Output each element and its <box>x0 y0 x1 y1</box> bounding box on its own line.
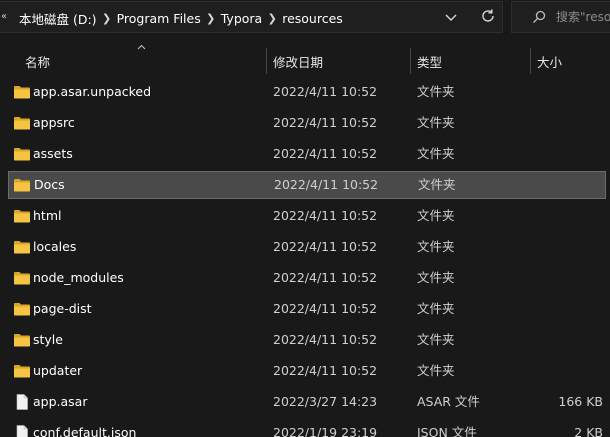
file-name: style <box>33 332 63 347</box>
file-icon <box>16 394 28 410</box>
file-name: app.asar <box>33 394 88 409</box>
file-type: 文件夹 <box>417 363 455 378</box>
file-type: 文件夹 <box>417 84 455 99</box>
folder-icon <box>14 334 30 347</box>
file-name: conf.default.json <box>33 425 137 437</box>
search-input[interactable] <box>556 2 610 32</box>
file-date: 2022/4/11 10:52 <box>273 84 378 99</box>
file-row[interactable]: node_modules 2022/4/11 10:52 文件夹 <box>8 264 606 292</box>
chevron-right-icon[interactable]: ❯ <box>201 12 221 25</box>
file-type: ASAR 文件 <box>417 394 480 409</box>
breadcrumb-overflow-icon[interactable]: « <box>1 11 7 22</box>
file-row[interactable]: app.asar.unpacked 2022/4/11 10:52 文件夹 <box>8 78 606 106</box>
file-date: 2022/4/11 10:52 <box>273 115 378 130</box>
file-row[interactable]: app.asar 2022/3/27 14:23 ASAR 文件 166 KB <box>8 388 606 416</box>
file-type: 文件夹 <box>417 332 455 347</box>
file-date: 2022/4/11 10:52 <box>273 363 378 378</box>
search-box[interactable] <box>511 1 610 33</box>
file-name: appsrc <box>33 115 75 130</box>
file-row[interactable]: locales 2022/4/11 10:52 文件夹 <box>8 233 606 261</box>
file-date: 2022/3/27 14:23 <box>273 394 378 409</box>
file-row[interactable]: conf.default.json 2022/1/19 23:19 JSON 文件 2… <box>8 419 606 437</box>
address-bar[interactable]: « 本地磁盘 (D:) ❯ Program Files ❯ Typora ❯ r… <box>0 1 503 33</box>
file-row[interactable]: style 2022/4/11 10:52 文件夹 <box>8 326 606 354</box>
file-name: assets <box>33 146 73 161</box>
column-header-name[interactable]: 名称 <box>25 48 50 74</box>
file-name: html <box>33 208 62 223</box>
file-row[interactable]: updater 2022/4/11 10:52 文件夹 <box>8 357 606 385</box>
folder-icon <box>14 117 30 130</box>
folder-icon <box>14 86 30 99</box>
file-name: page-dist <box>33 301 92 316</box>
folder-icon <box>14 241 30 254</box>
file-type: 文件夹 <box>417 239 455 254</box>
column-divider[interactable] <box>530 48 531 74</box>
file-type: 文件夹 <box>418 177 456 192</box>
navigation-bar: « 本地磁盘 (D:) ❯ Program Files ❯ Typora ❯ r… <box>0 0 610 36</box>
file-type: 文件夹 <box>417 115 455 130</box>
file-date: 2022/4/11 10:52 <box>273 332 378 347</box>
file-size: 2 KB <box>574 425 603 437</box>
file-type: 文件夹 <box>417 301 455 316</box>
file-date: 2022/4/11 10:52 <box>273 208 378 223</box>
file-type: 文件夹 <box>417 208 455 223</box>
file-icon <box>16 425 28 437</box>
column-header-date[interactable]: 修改日期 <box>273 48 323 74</box>
file-date: 2022/1/19 23:19 <box>273 425 378 437</box>
sort-ascending-icon <box>137 44 146 50</box>
search-icon <box>533 10 546 23</box>
file-type: 文件夹 <box>417 146 455 161</box>
file-explorer-window: « 本地磁盘 (D:) ❯ Program Files ❯ Typora ❯ r… <box>0 0 610 437</box>
folder-icon <box>14 179 30 192</box>
chevron-right-icon[interactable]: ❯ <box>262 12 282 25</box>
file-type: JSON 文件 <box>417 425 477 437</box>
folder-icon <box>14 272 30 285</box>
file-name: Docs <box>34 177 65 192</box>
chevron-right-icon[interactable]: ❯ <box>97 12 117 25</box>
chevron-down-icon[interactable] <box>443 9 459 25</box>
file-date: 2022/4/11 10:52 <box>273 146 378 161</box>
file-row[interactable]: appsrc 2022/4/11 10:52 文件夹 <box>8 109 606 137</box>
refresh-icon[interactable] <box>478 6 498 26</box>
file-row[interactable]: Docs 2022/4/11 10:52 文件夹 <box>8 171 606 199</box>
file-name: locales <box>33 239 77 254</box>
file-date: 2022/4/11 10:52 <box>274 177 379 192</box>
file-type: 文件夹 <box>417 270 455 285</box>
breadcrumb-item-drive[interactable]: 本地磁盘 (D:) <box>19 9 97 28</box>
file-name: app.asar.unpacked <box>33 84 152 99</box>
file-name: node_modules <box>33 270 124 285</box>
column-divider[interactable] <box>266 48 267 74</box>
column-divider[interactable] <box>410 48 411 74</box>
column-header-type[interactable]: 类型 <box>417 48 442 74</box>
breadcrumb-item-typora[interactable]: Typora <box>221 11 262 26</box>
folder-icon <box>14 303 30 316</box>
breadcrumb: 本地磁盘 (D:) ❯ Program Files ❯ Typora ❯ res… <box>19 2 343 34</box>
file-row[interactable]: html 2022/4/11 10:52 文件夹 <box>8 202 606 230</box>
folder-icon <box>14 365 30 378</box>
breadcrumb-item-resources[interactable]: resources <box>282 11 343 26</box>
file-date: 2022/4/11 10:52 <box>273 270 378 285</box>
file-date: 2022/4/11 10:52 <box>273 239 378 254</box>
file-row[interactable]: assets 2022/4/11 10:52 文件夹 <box>8 140 606 168</box>
file-size: 166 KB <box>558 394 603 409</box>
folder-icon <box>14 148 30 161</box>
breadcrumb-item-program-files[interactable]: Program Files <box>117 11 201 26</box>
column-header-size[interactable]: 大小 <box>537 48 562 74</box>
file-date: 2022/4/11 10:52 <box>273 301 378 316</box>
file-name: updater <box>33 363 83 378</box>
file-row[interactable]: page-dist 2022/4/11 10:52 文件夹 <box>8 295 606 323</box>
folder-icon <box>14 210 30 223</box>
